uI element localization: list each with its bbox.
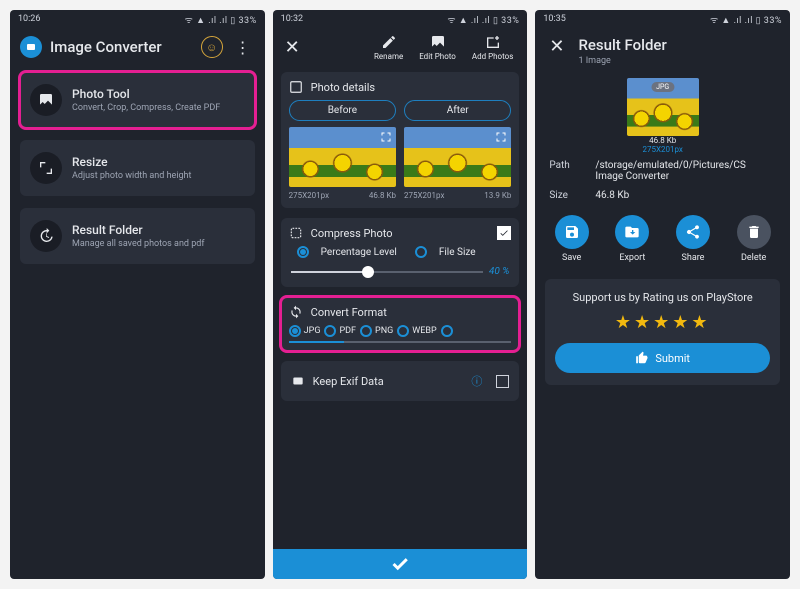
card-result-folder[interactable]: Result Folder Manage all saved photos an…: [20, 208, 255, 264]
app-title: Image Converter: [50, 38, 193, 56]
card-resize[interactable]: Resize Adjust photo width and height: [20, 140, 255, 196]
page-title: Result Folder: [578, 36, 666, 54]
premium-badge-button[interactable]: ☺: [201, 36, 223, 58]
convert-format-section: Convert Format JPG PDF PNG WEBP: [281, 297, 520, 351]
overflow-menu-button[interactable]: ⋮: [231, 38, 255, 57]
radio-filesize[interactable]: [415, 246, 427, 258]
convert-icon: [289, 305, 303, 319]
thumbs-up-icon: [635, 351, 649, 365]
expand-icon[interactable]: [495, 131, 507, 143]
status-bar: 10:35 ᯤ ▲ .ıl .ıl ▯ 33%: [535, 10, 790, 28]
card-title: Resize: [72, 155, 191, 169]
format-png[interactable]: PNG: [360, 325, 393, 337]
card-subtitle: Manage all saved photos and pdf: [72, 239, 204, 249]
before-thumb[interactable]: 275X201px46.8 Kb: [289, 127, 396, 200]
save-button[interactable]: Save: [555, 215, 589, 263]
card-title: Result Folder: [72, 223, 204, 237]
card-title: Photo Tool: [72, 87, 220, 101]
section-label: Photo details: [311, 81, 375, 94]
compress-section: Compress Photo Percentage Level File Siz…: [281, 218, 520, 287]
compress-slider[interactable]: [291, 271, 483, 273]
add-photos-button[interactable]: Add Photos: [466, 34, 519, 61]
section-label: Compress Photo: [311, 227, 393, 240]
confirm-button[interactable]: [273, 549, 528, 579]
result-thumbnail[interactable]: JPG 46.8 Kb 275X201px: [627, 78, 699, 154]
page-subtitle: 1 Image: [578, 56, 666, 66]
rate-message: Support us by Rating us on PlayStore: [555, 291, 770, 304]
section-label: Convert Format: [311, 306, 387, 319]
screen-result: 10:35 ᯤ ▲ .ıl .ıl ▯ 33% ✕ Result Folder …: [535, 10, 790, 579]
format-tag: JPG: [651, 82, 674, 92]
exif-icon: [291, 374, 305, 388]
card-photo-tool[interactable]: Photo Tool Convert, Crop, Compress, Crea…: [20, 72, 255, 128]
before-tab[interactable]: Before: [289, 100, 396, 121]
photo-tool-icon: [30, 84, 62, 116]
delete-button[interactable]: Delete: [737, 215, 771, 263]
edit-top-bar: ✕ Rename Edit Photo Add Photos: [273, 28, 528, 67]
status-indicators: ᯤ ▲ .ıl .ıl ▯ 33%: [710, 13, 782, 26]
radio-percentage[interactable]: [297, 246, 309, 258]
resize-icon: [30, 152, 62, 184]
status-bar: 10:26 ᯤ ▲ .ıl .ıl ▯ 33%: [10, 10, 265, 28]
section-label: Keep Exif Data: [313, 375, 384, 388]
card-subtitle: Convert, Crop, Compress, Create PDF: [72, 103, 220, 113]
exif-help-button[interactable]: ⓘ: [471, 373, 482, 389]
status-indicators: ᯤ ▲ .ıl .ıl ▯ 33%: [447, 13, 519, 26]
result-header: ✕ Result Folder 1 Image: [535, 28, 790, 74]
size-row: Size 46.8 Kb: [535, 186, 790, 205]
export-button[interactable]: Export: [615, 215, 649, 263]
share-button[interactable]: Share: [676, 215, 710, 263]
after-thumb[interactable]: 275X201px13.9 Kb: [404, 127, 511, 200]
path-row: Path /storage/emulated/0/Pictures/CS Ima…: [535, 156, 790, 186]
after-tab[interactable]: After: [404, 100, 511, 121]
rating-stars[interactable]: ★★★★★: [555, 312, 770, 333]
rate-card: Support us by Rating us on PlayStore ★★★…: [545, 279, 780, 385]
status-time: 10:32: [281, 14, 303, 24]
expand-icon[interactable]: [380, 131, 392, 143]
compress-percent: 40 %: [489, 266, 509, 277]
format-indicator: [289, 341, 512, 343]
close-button[interactable]: ✕: [545, 36, 568, 57]
format-more[interactable]: [441, 325, 453, 337]
screen-home: 10:26 ᯤ ▲ .ıl .ıl ▯ 33% Image Converter …: [10, 10, 265, 579]
close-button[interactable]: ✕: [281, 37, 304, 58]
result-actions: Save Export Share Delete: [535, 205, 790, 273]
compress-icon: [289, 226, 303, 240]
edit-photo-button[interactable]: Edit Photo: [413, 34, 462, 61]
compress-checkbox[interactable]: [497, 226, 511, 240]
card-subtitle: Adjust photo width and height: [72, 171, 191, 181]
history-icon: [30, 220, 62, 252]
screen-edit: 10:32 ᯤ ▲ .ıl .ıl ▯ 33% ✕ Rename Edit Ph…: [273, 10, 528, 579]
app-logo-icon: [20, 36, 42, 58]
status-indicators: ᯤ ▲ .ıl .ıl ▯ 33%: [185, 13, 257, 26]
status-time: 10:26: [18, 14, 40, 24]
rename-button[interactable]: Rename: [368, 34, 409, 61]
format-webp[interactable]: WEBP: [397, 325, 436, 337]
format-pdf[interactable]: PDF: [324, 325, 356, 337]
exif-checkbox[interactable]: [496, 375, 509, 388]
status-time: 10:35: [543, 14, 565, 24]
photo-details-section: Photo details Before After 275X201px46.8…: [281, 72, 520, 208]
photo-details-icon: [289, 80, 303, 94]
format-jpg[interactable]: JPG: [289, 325, 321, 337]
submit-button[interactable]: Submit: [555, 343, 770, 373]
status-bar: 10:32 ᯤ ▲ .ıl .ıl ▯ 33%: [273, 10, 528, 28]
exif-section: Keep Exif Data ⓘ: [281, 361, 520, 401]
app-bar: Image Converter ☺ ⋮: [10, 28, 265, 66]
